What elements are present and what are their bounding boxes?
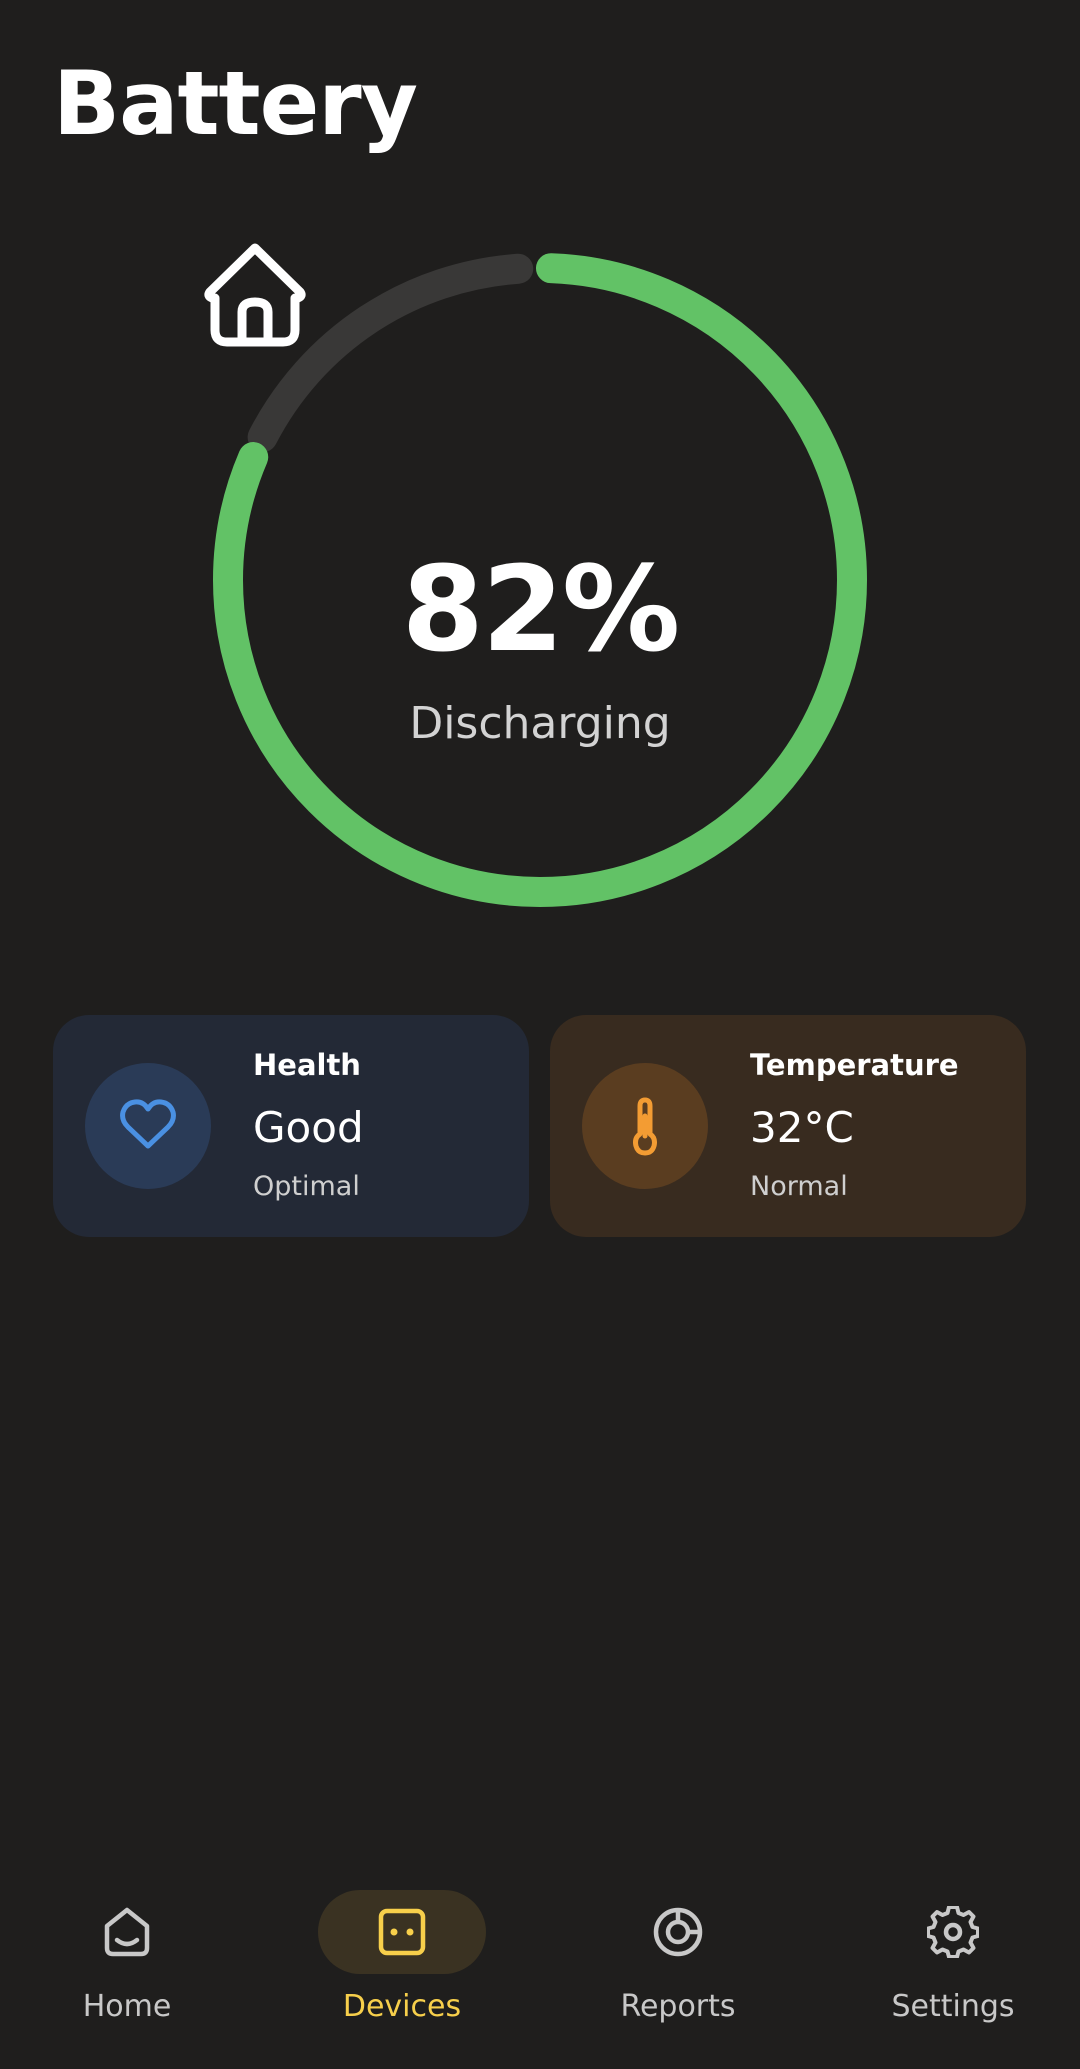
heart-icon bbox=[120, 1099, 176, 1149]
page-title: Battery bbox=[53, 52, 418, 155]
health-sub: Optimal bbox=[253, 1171, 360, 1202]
health-value: Good bbox=[253, 1103, 364, 1152]
thermometer-icon bbox=[633, 1097, 657, 1156]
temperature-value: 32°C bbox=[750, 1103, 854, 1152]
nav-item-home[interactable]: Home bbox=[27, 1870, 227, 2040]
nav-item-devices[interactable]: Devices bbox=[302, 1870, 502, 2040]
battery-status: Discharging bbox=[409, 698, 671, 749]
device-icon bbox=[378, 1908, 426, 1956]
battery-percentage: 82% bbox=[401, 540, 680, 678]
temperature-icon-badge bbox=[582, 1063, 708, 1189]
pie-chart-icon bbox=[653, 1907, 703, 1957]
health-icon-badge bbox=[85, 1063, 211, 1189]
nav-label-reports: Reports bbox=[620, 1989, 736, 2024]
temperature-sub: Normal bbox=[750, 1171, 848, 1202]
temperature-card[interactable]: Temperature 32°C Normal bbox=[550, 1015, 1026, 1237]
nav-label-settings: Settings bbox=[891, 1989, 1015, 2024]
nav-item-settings[interactable]: Settings bbox=[853, 1870, 1053, 2040]
nav-item-reports[interactable]: Reports bbox=[578, 1870, 778, 2040]
bottom-navigation: Home Devices Reports Settings bbox=[0, 1870, 1080, 2069]
health-label: Health bbox=[253, 1048, 361, 1082]
health-card[interactable]: Health Good Optimal bbox=[53, 1015, 529, 1237]
gear-icon bbox=[927, 1906, 979, 1958]
battery-gauge: 82% Discharging bbox=[200, 240, 880, 920]
home-icon bbox=[104, 1907, 150, 1957]
nav-label-devices: Devices bbox=[342, 1989, 462, 2024]
nav-label-home: Home bbox=[82, 1989, 172, 2024]
home-icon bbox=[204, 243, 306, 347]
temperature-label: Temperature bbox=[750, 1048, 959, 1082]
